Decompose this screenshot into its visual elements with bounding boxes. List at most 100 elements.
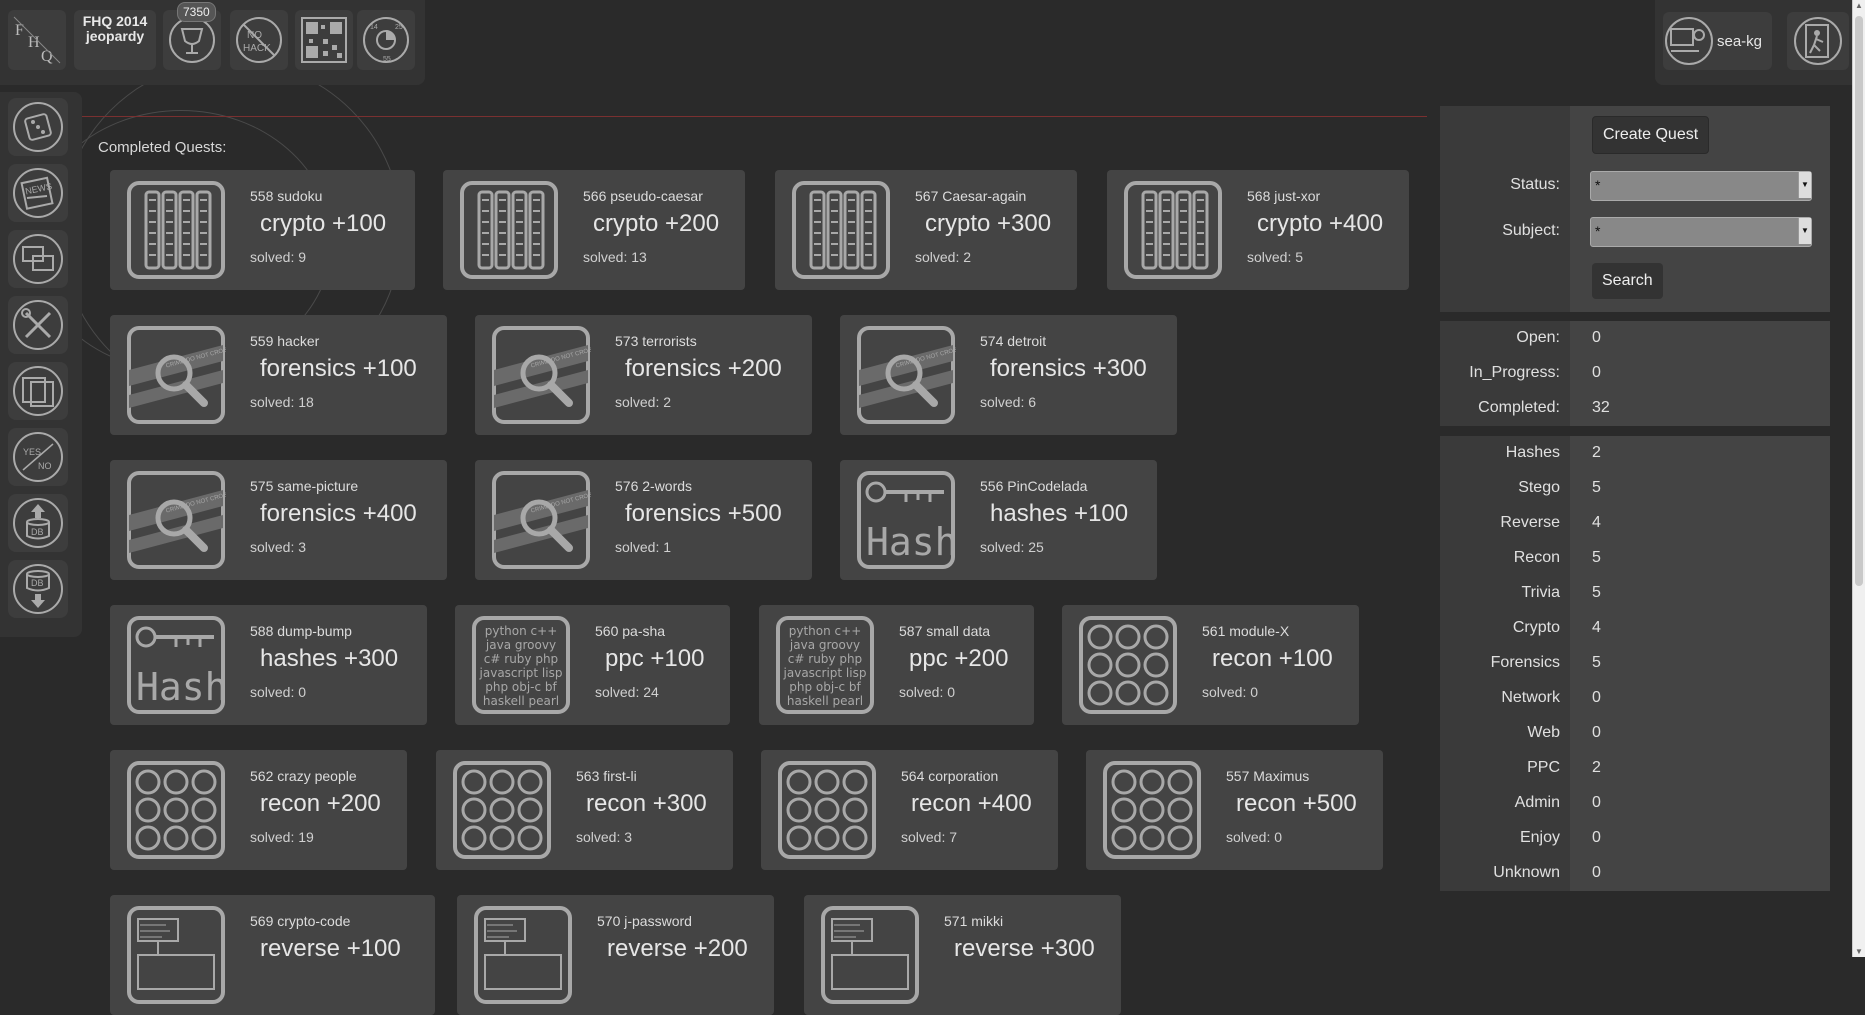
quest-solved-count: solved: 2 [615, 394, 672, 410]
game-title-line1: FHQ 2014 [82, 13, 148, 29]
subject-count-row: Reverse 4 [1440, 506, 1830, 541]
quest-card[interactable]: CRIME DO NOT CROSS 576 2-words forensics… [475, 460, 812, 580]
user-profile-button[interactable]: sea-kg [1663, 12, 1773, 70]
recon-category-icon [777, 760, 877, 860]
forensics-category-icon: CRIME DO NOT CROSS [491, 325, 597, 425]
quest-solved-count: solved: 0 [1202, 684, 1259, 700]
quest-card[interactable]: python c++ java groovy c# ruby php javascri… [455, 605, 730, 725]
quest-card[interactable]: 567 Caesar-again crypto +300 solved: 2 [775, 170, 1077, 290]
quest-card[interactable]: CRIME DO NOT CROSS 559 hacker forensics … [110, 315, 447, 435]
game-title[interactable]: FHQ 2014 jeopardy [74, 10, 156, 70]
sidebar-item-yes-no[interactable]: YES NO [8, 428, 68, 486]
game-title-line2: jeopardy [85, 28, 145, 44]
subject-count-value: 4 [1592, 514, 1601, 531]
forensics-category-icon: CRIME DO NOT CROSS [126, 470, 232, 570]
quest-solved-count: solved: 1 [615, 539, 672, 555]
quest-card[interactable]: Hash 588 dump-bump hashes +300 solved: 0 [110, 605, 427, 725]
sidebar-item-news[interactable]: NEWS [8, 164, 68, 222]
svg-text:php obj-c bf: php obj-c bf [485, 680, 557, 694]
quest-title: 574 detroit [980, 333, 1047, 349]
subject-count-row: Recon 5 [1440, 541, 1830, 576]
sidebar-item-random[interactable] [8, 98, 68, 156]
sidebar-item-tools[interactable] [8, 296, 68, 354]
quest-card[interactable]: 571 mikki reverse +300 [804, 895, 1121, 1015]
scroll-down-icon[interactable]: ▼ [1855, 947, 1863, 956]
sidebar-item-db-download[interactable]: DB [8, 560, 68, 618]
crypto-category-icon [1123, 180, 1223, 280]
no-hack-button[interactable]: NO HACK [230, 10, 288, 70]
quest-solved-count: solved: 0 [250, 684, 307, 700]
recon-category-icon [452, 760, 552, 860]
quest-card[interactable]: 563 first-li recon +300 solved: 3 [436, 750, 733, 870]
score-badge: 7350 [177, 2, 216, 22]
sidebar-item-documents[interactable] [8, 362, 68, 420]
quest-card[interactable]: 564 corporation recon +400 solved: 7 [761, 750, 1058, 870]
quest-card[interactable]: 558 sudoku crypto +100 solved: 9 [110, 170, 415, 290]
chevron-down-icon: ▼ [1798, 172, 1811, 198]
quest-card[interactable]: 568 just-xor crypto +400 solved: 5 [1107, 170, 1409, 290]
chevron-down-icon: ▼ [1798, 218, 1811, 244]
quest-title: 567 Caesar-again [915, 188, 1027, 204]
chat-icon [13, 234, 63, 284]
crypto-category-icon [791, 180, 891, 280]
status-count-value: 0 [1592, 364, 1601, 381]
qr-code-icon [301, 17, 347, 63]
timer-clock-icon: 14 25 55 [363, 17, 409, 63]
quest-score: hashes +100 [990, 500, 1129, 527]
logout-icon [1794, 17, 1842, 65]
quest-title: 562 crazy people [250, 768, 357, 784]
subject-count-label: Hashes [1505, 444, 1560, 461]
quest-title: 573 terrorists [615, 333, 697, 349]
db-download-icon: DB [13, 564, 63, 614]
sidebar-item-db-upload[interactable]: DB [8, 494, 68, 552]
create-quest-button[interactable]: Create Quest [1592, 116, 1710, 154]
page-scrollbar[interactable]: ▲ ▼ [1852, 0, 1865, 957]
quest-card[interactable]: 557 Maximus recon +500 solved: 0 [1086, 750, 1383, 870]
subject-count-row: Web 0 [1440, 716, 1830, 751]
status-select[interactable]: * ▼ [1590, 171, 1812, 201]
news-icon: NEWS [13, 168, 63, 218]
timer-button[interactable]: 14 25 55 [357, 10, 415, 70]
fhq-logo-button[interactable]: F H Q [8, 10, 66, 70]
quest-card[interactable]: 569 crypto-code reverse +100 [110, 895, 435, 1015]
quest-card[interactable]: CRIME DO NOT CROSS 575 same-picture fore… [110, 460, 447, 580]
hashes-category-icon: Hash [856, 470, 958, 570]
quest-title: 557 Maximus [1226, 768, 1310, 784]
quest-card[interactable]: python c++ java groovy c# ruby php javascri… [759, 605, 1034, 725]
search-button[interactable]: Search [1592, 263, 1663, 299]
sidebar-item-feedback[interactable] [8, 230, 68, 288]
quest-card[interactable]: 570 j-password reverse +200 [457, 895, 774, 1015]
svg-text:javascript lisp: javascript lisp [479, 666, 563, 680]
user-toolbar: sea-kg [1655, 0, 1865, 85]
header-divider [82, 116, 1427, 117]
quest-card[interactable]: 566 pseudo-caesar crypto +200 solved: 13 [443, 170, 745, 290]
svg-text:haskell pearl: haskell pearl [483, 694, 559, 708]
quest-title: 570 j-password [597, 913, 692, 929]
quest-card[interactable]: CRIME DO NOT CROSS 574 detroit forensics… [840, 315, 1177, 435]
subject-count-value: 0 [1592, 794, 1601, 811]
status-count-row: Open: 0 [1440, 321, 1830, 356]
status-count-label: Open: [1516, 329, 1560, 346]
status-count-row: Completed: 32 [1440, 391, 1830, 426]
top-toolbar: F H Q FHQ 2014 jeopardy 7350 NO HACK 14 … [0, 0, 425, 85]
quest-card[interactable]: 562 crazy people recon +200 solved: 19 [110, 750, 407, 870]
quest-title: 569 crypto-code [250, 913, 351, 929]
quest-card[interactable]: CRIME DO NOT CROSS 573 terrorists forens… [475, 315, 812, 435]
quest-score: forensics +400 [260, 500, 417, 527]
svg-text:java groovy: java groovy [485, 638, 556, 652]
quest-title: 576 2-words [615, 478, 693, 494]
scroll-up-icon[interactable]: ▲ [1855, 1, 1863, 10]
scrollbar-thumb[interactable] [1855, 16, 1863, 586]
status-count-label: In_Progress: [1469, 364, 1560, 381]
quest-title: 588 dump-bump [250, 623, 352, 639]
logout-button[interactable] [1787, 12, 1849, 70]
qr-code-button[interactable] [295, 10, 353, 70]
quest-card[interactable]: 561 module-X recon +100 solved: 0 [1062, 605, 1359, 725]
subject-count-label: Stego [1518, 479, 1560, 496]
quest-card[interactable]: Hash 556 PinCodelada hashes +100 solved:… [840, 460, 1157, 580]
quest-score: hashes +300 [260, 645, 399, 672]
subject-select[interactable]: * ▼ [1590, 217, 1812, 247]
subject-count-label: Web [1527, 724, 1560, 741]
quest-title: 568 just-xor [1247, 188, 1321, 204]
quest-score: recon +500 [1236, 790, 1357, 817]
